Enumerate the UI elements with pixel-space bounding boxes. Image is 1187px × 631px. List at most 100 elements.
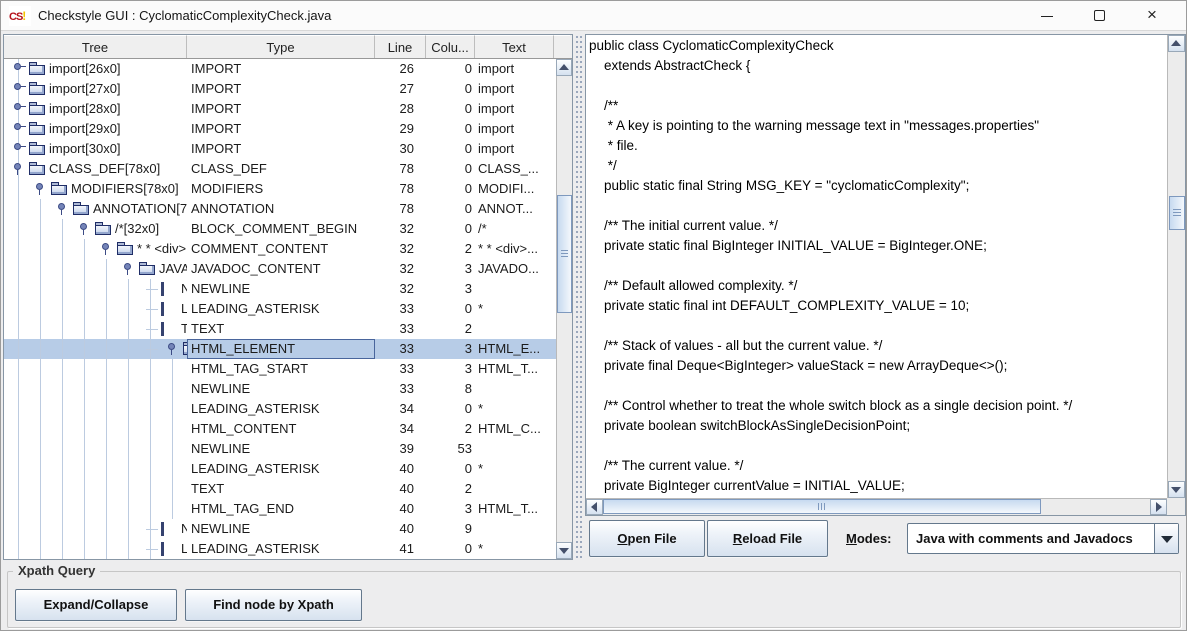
scroll-left-button[interactable] xyxy=(586,499,603,515)
expand-handle-icon[interactable] xyxy=(12,63,24,75)
leaf-icon xyxy=(161,322,164,336)
scroll-down-button[interactable] xyxy=(556,542,572,559)
text-cell xyxy=(475,319,554,339)
tree-guide-line xyxy=(18,439,19,459)
modes-combobox[interactable]: Java with comments and Javadocs xyxy=(907,523,1179,554)
folder-icon xyxy=(73,202,89,215)
col-cell: 0 xyxy=(426,139,475,159)
open-file-button[interactable]: Open File xyxy=(589,520,705,557)
tree-table-row[interactable]: LEADING_ASTERISKLEADING_ASTERISK400* xyxy=(4,459,556,479)
type-cell: TEXT xyxy=(187,319,375,339)
tree-table-row[interactable]: NEWLINENEWLINE409 xyxy=(4,519,556,539)
tree-table-row[interactable]: LEADING_ASTERISKLEADING_ASTERISK410* xyxy=(4,539,556,559)
col-cell: 3 xyxy=(426,279,475,299)
expand-collapse-button[interactable]: Expand/Collapse xyxy=(15,589,177,621)
tree-cell: LEADING_ASTERISK xyxy=(4,539,187,559)
col-cell: 9 xyxy=(426,519,475,539)
type-cell: NEWLINE xyxy=(187,279,375,299)
tree-node-label: import[28x0] xyxy=(49,99,121,119)
tree-table-row[interactable]: HTML_TAG_ENDHTML_TAG_END403HTML_T... xyxy=(4,499,556,519)
close-button[interactable]: × xyxy=(1133,1,1179,31)
tree-table-row[interactable]: NEWLINENEWLINE323 xyxy=(4,279,556,299)
tree-guide-line xyxy=(40,499,41,519)
tree-table-row[interactable]: import[30x0]IMPORT300import xyxy=(4,139,556,159)
tree-table-row[interactable]: import[27x0]IMPORT270import xyxy=(4,79,556,99)
tree-table-row[interactable]: /*[32x0]BLOCK_COMMENT_BEGIN320/* xyxy=(4,219,556,239)
scroll-right-button[interactable] xyxy=(1150,499,1167,515)
expand-handle-icon[interactable] xyxy=(12,103,24,115)
tree-table-row[interactable]: MODIFIERS[78x0]MODIFIERS780MODIFI... xyxy=(4,179,556,199)
leaf-icon xyxy=(161,302,164,316)
collapse-handle-icon[interactable] xyxy=(12,163,24,175)
tree-table-row[interactable]: NEWLINENEWLINE3953 xyxy=(4,439,556,459)
tree-table-row[interactable]: LEADING_ASTERISKLEADING_ASTERISK340* xyxy=(4,399,556,419)
code-viewport[interactable]: public class CyclomaticComplexityCheck e… xyxy=(586,35,1167,498)
line-cell: 33 xyxy=(375,319,426,339)
tree-table-row[interactable]: LEADING_ASTERISKLEADING_ASTERISK330* xyxy=(4,299,556,319)
column-header-type[interactable]: Type xyxy=(187,35,375,58)
tree-table-row[interactable]: import[29x0]IMPORT290import xyxy=(4,119,556,139)
collapse-handle-icon[interactable] xyxy=(34,183,46,195)
tree-guide-line xyxy=(150,479,151,499)
expand-handle-icon[interactable] xyxy=(12,123,24,135)
tree-table-row[interactable]: JAVADOC_CONTENTJAVADOC_CONTENT323JAVADO.… xyxy=(4,259,556,279)
column-header-column[interactable]: Colu... xyxy=(426,35,475,58)
tree-node-label: LEADING_ASTERISK xyxy=(181,539,187,559)
tree-cell: NEWLINE xyxy=(4,279,187,299)
collapse-handle-icon[interactable] xyxy=(78,223,90,235)
code-horizontal-scrollbar[interactable] xyxy=(586,498,1167,515)
maximize-button[interactable] xyxy=(1077,1,1123,31)
scroll-up-button[interactable] xyxy=(556,59,572,76)
tree-table-row[interactable]: HTML_TAG_STARTHTML_TAG_START333HTML_T... xyxy=(4,359,556,379)
code-vertical-scrollbar[interactable] xyxy=(1167,35,1185,498)
scrollbar-thumb[interactable] xyxy=(603,499,1041,514)
collapse-handle-icon[interactable] xyxy=(122,263,134,275)
expand-handle-icon[interactable] xyxy=(12,143,24,155)
column-header-line[interactable]: Line xyxy=(375,35,426,58)
scroll-down-button[interactable] xyxy=(1168,481,1185,498)
find-node-by-xpath-button[interactable]: Find node by Xpath xyxy=(185,589,362,621)
column-header-tree[interactable]: Tree xyxy=(4,35,187,58)
scrollbar-thumb[interactable] xyxy=(1169,196,1185,230)
tree-guide-line xyxy=(106,399,107,419)
text-cell xyxy=(475,439,554,459)
tree-table-row[interactable]: TEXTTEXT402 xyxy=(4,479,556,499)
expand-handle-icon[interactable] xyxy=(12,83,24,95)
tree-guide-line xyxy=(18,199,19,219)
tree-table-row[interactable]: TEXTTEXT332 xyxy=(4,319,556,339)
collapse-handle-icon[interactable] xyxy=(166,343,178,355)
folder-icon xyxy=(29,122,45,135)
scroll-up-button[interactable] xyxy=(1168,35,1185,52)
type-cell: BLOCK_COMMENT_BEGIN xyxy=(187,219,375,239)
tree-table-row[interactable]: HTML_CONTENTHTML_CONTENT342HTML_C... xyxy=(4,419,556,439)
tree-guide-line xyxy=(106,539,107,559)
tree-cell: TEXT xyxy=(4,319,187,339)
tree-guide-line xyxy=(128,299,129,319)
collapse-handle-icon[interactable] xyxy=(100,243,112,255)
minimize-button[interactable] xyxy=(1024,1,1070,31)
type-cell: NEWLINE xyxy=(187,379,375,399)
tree-vertical-scrollbar[interactable] xyxy=(556,59,572,559)
type-cell: NEWLINE xyxy=(187,519,375,539)
tree-table-row[interactable]: * * <div>...COMMENT_CONTENT322* * <div>.… xyxy=(4,239,556,259)
tree-guide-line xyxy=(62,239,63,259)
tree-guide-line xyxy=(40,299,41,319)
col-cell: 0 xyxy=(426,299,475,319)
tree-guide-line xyxy=(62,479,63,499)
reload-file-button[interactable]: Reload File xyxy=(707,520,828,557)
tree-guide-line xyxy=(40,279,41,299)
type-cell: LEADING_ASTERISK xyxy=(187,539,375,559)
tree-table-row[interactable]: HTML_ELEMENTHTML_ELEMENT333HTML_E... xyxy=(4,339,556,359)
collapse-handle-icon[interactable] xyxy=(56,203,68,215)
combobox-dropdown-button[interactable] xyxy=(1154,524,1178,553)
tree-table-row[interactable]: import[26x0]IMPORT260import xyxy=(4,59,556,79)
column-header-text[interactable]: Text xyxy=(475,35,554,58)
split-pane-divider[interactable] xyxy=(573,34,585,560)
scrollbar-thumb[interactable] xyxy=(557,195,572,313)
tree-table-row[interactable]: import[28x0]IMPORT280import xyxy=(4,99,556,119)
tree-guide-line xyxy=(84,259,85,279)
tree-table-row[interactable]: CLASS_DEF[78x0]CLASS_DEF780CLASS_... xyxy=(4,159,556,179)
tree-table-row[interactable]: ANNOTATION[78x0]ANNOTATION780ANNOT... xyxy=(4,199,556,219)
minimize-icon xyxy=(1041,16,1053,17)
tree-table-row[interactable]: NEWLINENEWLINE338 xyxy=(4,379,556,399)
